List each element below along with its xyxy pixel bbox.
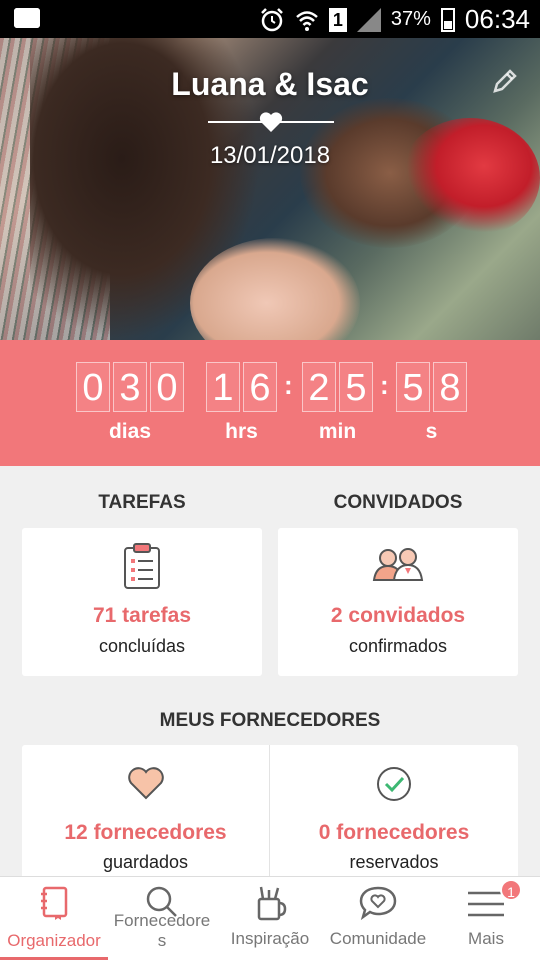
tab-comunidade[interactable]: Comunidade	[324, 877, 432, 960]
battery-icon	[440, 7, 455, 32]
saved-vendors-label: guardados	[102, 852, 189, 872]
booked-vendors-label: reservados	[349, 852, 439, 872]
tab-organizador[interactable]: Organizador	[0, 877, 108, 960]
battery-percent: 37%	[390, 8, 431, 30]
couple-photo-header[interactable]: Luana & Isac 13/01/2018	[0, 38, 540, 340]
tab-fornecedores[interactable]: Fornecedore s	[108, 877, 216, 960]
countdown-separator: :	[380, 370, 389, 400]
wifi-icon	[296, 10, 318, 31]
saved-vendors-count: 12 fornecedores	[64, 821, 227, 844]
tab-label: Comunidade	[329, 929, 427, 948]
wedding-countdown: 0 3 0 1 6 : 2 5 : 5 8 dias hrs min s	[0, 340, 540, 466]
tab-label: Fornecedore s	[113, 911, 211, 950]
clipboard-icon	[124, 543, 160, 589]
guests-status: confirmados	[348, 636, 448, 656]
voicemail-icon	[14, 8, 40, 28]
edit-pencil-icon[interactable]	[490, 66, 520, 96]
sim-indicator: 1	[328, 7, 347, 32]
guests-heading: CONVIDADOS	[333, 492, 463, 513]
notebook-icon	[41, 886, 68, 920]
tasks-card[interactable]: 71 tarefas concluídas	[22, 528, 262, 676]
countdown-digit: 5	[396, 362, 430, 412]
vendors-heading: MEUS FORNECEDORES	[159, 710, 381, 731]
alarm-icon	[261, 7, 283, 31]
notification-badge: 1	[500, 879, 522, 901]
tasks-count: 71 tarefas	[92, 604, 192, 627]
guests-count: 2 convidados	[330, 604, 466, 627]
tab-inspiracao[interactable]: Inspiração	[216, 877, 324, 960]
vendors-card: 12 fornecedores guardados 0 fornecedores…	[22, 745, 518, 876]
status-bar: 1 37% 06:34	[0, 0, 540, 38]
couple-names: Luana & Isac	[171, 66, 369, 102]
chat-heart-icon	[359, 886, 397, 921]
countdown-separator: :	[284, 370, 293, 400]
countdown-digit: 6	[243, 362, 277, 412]
tab-label: Inspiração	[230, 929, 310, 948]
tab-mais[interactable]: Mais	[432, 877, 540, 960]
heart-icon	[127, 767, 164, 800]
wedding-date: 13/01/2018	[209, 142, 331, 169]
countdown-label-hours: hrs	[225, 420, 258, 443]
tab-label: Mais	[468, 929, 504, 948]
countdown-label-minutes: min	[318, 420, 357, 443]
countdown-digit: 3	[113, 362, 147, 412]
clock: 06:34	[464, 4, 530, 34]
countdown-label-seconds: s	[425, 420, 438, 443]
tasks-heading: TAREFAS	[98, 492, 186, 513]
tasks-status: concluídas	[98, 636, 186, 656]
bottom-navigation: Organizador Fornecedore s Inspiração Comu…	[0, 876, 540, 960]
photo-texture	[400, 118, 540, 238]
tab-label: Organizador	[7, 931, 101, 950]
countdown-digit: 1	[206, 362, 240, 412]
signal-icon	[356, 7, 381, 32]
booked-vendors-count: 0 fornecedores	[318, 821, 470, 844]
check-circle-icon	[377, 767, 411, 801]
saved-vendors[interactable]: 12 fornecedores guardados	[22, 745, 269, 876]
countdown-digit: 5	[339, 362, 373, 412]
booked-vendors[interactable]: 0 fornecedores reservados	[270, 745, 518, 876]
guests-icon	[372, 548, 424, 581]
guests-card[interactable]: 2 convidados confirmados	[278, 528, 518, 676]
countdown-digit: 0	[76, 362, 110, 412]
countdown-digit: 0	[150, 362, 184, 412]
countdown-digit: 8	[433, 362, 467, 412]
countdown-label-days: dias	[108, 420, 152, 443]
countdown-digit: 2	[302, 362, 336, 412]
heart-icon	[259, 112, 283, 132]
pencil-cup-icon	[257, 886, 287, 921]
